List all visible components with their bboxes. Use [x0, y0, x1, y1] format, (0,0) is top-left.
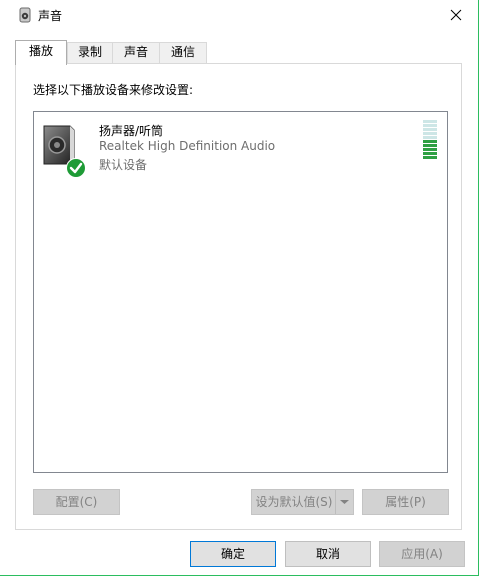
set-default-button[interactable]: 设为默认值(S): [251, 489, 354, 515]
meter-segment: [423, 140, 437, 143]
device-list[interactable]: 扬声器/听筒 Realtek High Definition Audio 默认设…: [33, 111, 448, 473]
close-icon: [450, 9, 462, 21]
meter-segment: [423, 148, 437, 151]
chevron-down-icon: [340, 500, 349, 504]
meter-segment: [423, 156, 437, 159]
meter-segment: [423, 128, 437, 131]
device-name: 扬声器/听筒: [99, 124, 164, 138]
device-status: 默认设备: [99, 158, 148, 172]
close-button[interactable]: [434, 0, 478, 30]
set-default-dropdown[interactable]: [335, 490, 353, 514]
meter-segment: [423, 132, 437, 135]
check-icon: [66, 158, 86, 178]
volume-meter: [423, 120, 437, 168]
title-bar: 声音: [0, 0, 478, 30]
tab-sounds[interactable]: 声音: [112, 42, 160, 63]
window-title: 声音: [38, 9, 63, 23]
set-default-label: 设为默认值(S): [255, 495, 333, 509]
playback-panel: 选择以下播放设备来修改设置: 扬声器/听筒 Realtek High Defin…: [15, 63, 462, 530]
device-item[interactable]: 扬声器/听筒 Realtek High Definition Audio 默认设…: [40, 120, 445, 178]
speaker-title-icon: [18, 7, 32, 23]
configure-button[interactable]: 配置(C): [33, 489, 120, 515]
device-driver: Realtek High Definition Audio: [99, 139, 276, 153]
instruction-text: 选择以下播放设备来修改设置:: [33, 83, 194, 97]
tab-recording[interactable]: 录制: [67, 42, 113, 63]
sound-dialog: 声音 播放 录制 声音 通信 选择以下播放设备来修改设置: 扬声器/听筒 Rea…: [0, 0, 479, 576]
meter-segment: [423, 144, 437, 147]
properties-button[interactable]: 属性(P): [362, 489, 449, 515]
ok-button[interactable]: 确定: [190, 541, 276, 567]
tab-playback[interactable]: 播放: [15, 40, 67, 65]
cancel-button[interactable]: 取消: [285, 541, 371, 567]
tab-communications[interactable]: 通信: [159, 42, 207, 63]
meter-segment: [423, 152, 437, 155]
apply-button[interactable]: 应用(A): [379, 541, 465, 567]
meter-segment: [423, 136, 437, 139]
meter-segment: [423, 124, 437, 127]
meter-segment: [423, 120, 437, 123]
